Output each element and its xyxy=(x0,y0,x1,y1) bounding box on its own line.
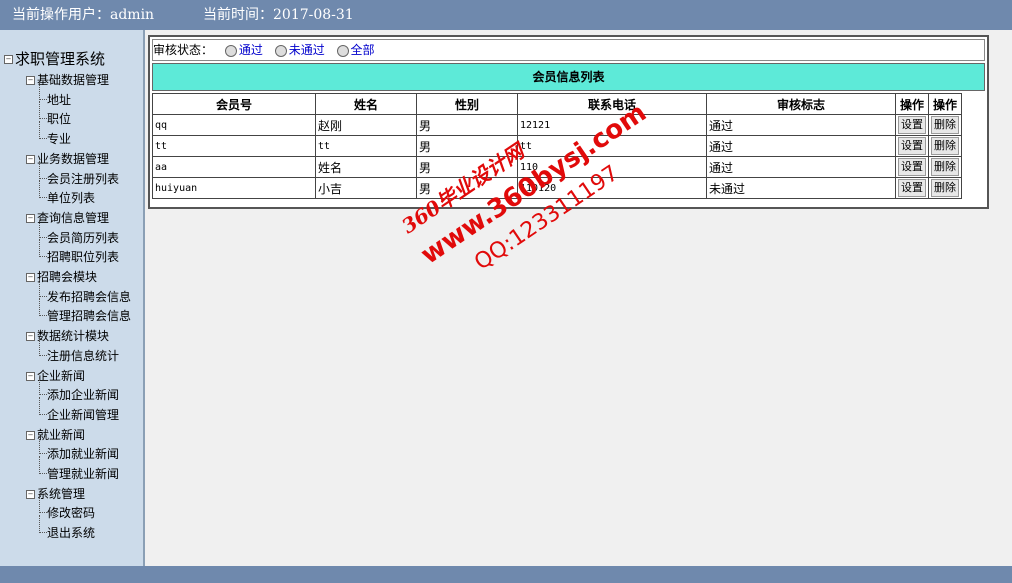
cell-review-status: 通过 xyxy=(706,114,896,136)
cell-action-delete: 删除 xyxy=(928,156,962,178)
cell-name: tt xyxy=(315,135,417,157)
tree-root-label: 求职管理系统 xyxy=(15,50,106,68)
collapse-icon[interactable]: − xyxy=(26,155,35,164)
tree-item-member-resume-list[interactable]: 会员简历列表 xyxy=(38,220,119,246)
radio-pass[interactable] xyxy=(224,44,237,57)
collapse-icon[interactable]: − xyxy=(26,431,35,440)
cell-member-id: qq xyxy=(152,114,316,136)
set-button[interactable]: 设置 xyxy=(898,116,926,134)
cell-name: 小吉 xyxy=(315,177,417,199)
tree-item-company-list[interactable]: 单位列表 xyxy=(38,180,95,206)
tree-item-job-posting-list[interactable]: 招聘职位列表 xyxy=(38,239,119,265)
tree-item-position[interactable]: 职位 xyxy=(38,101,71,127)
tree-item-manage-job-fair[interactable]: 管理招聘会信息 xyxy=(38,298,131,324)
cell-member-id: huiyuan xyxy=(152,177,316,199)
tree-item-change-password[interactable]: 修改密码 xyxy=(38,495,95,521)
cell-name: 姓名 xyxy=(315,156,417,178)
tree-item-publish-job-fair[interactable]: 发布招聘会信息 xyxy=(38,279,131,305)
status-bar xyxy=(0,566,1012,583)
collapse-icon[interactable]: − xyxy=(26,273,35,282)
collapse-icon[interactable]: − xyxy=(26,76,35,85)
cell-name: 赵刚 xyxy=(315,114,417,136)
radio-not-pass[interactable] xyxy=(274,44,287,57)
table-title: 会员信息列表 xyxy=(152,63,985,91)
tree-item-address[interactable]: 地址 xyxy=(38,82,71,108)
collapse-icon[interactable]: − xyxy=(26,372,35,381)
status-filter-label: 审核状态： xyxy=(153,43,214,57)
delete-button[interactable]: 删除 xyxy=(931,179,959,197)
collapse-icon[interactable]: − xyxy=(4,55,13,64)
collapse-icon[interactable]: − xyxy=(26,214,35,223)
radio-all[interactable] xyxy=(336,44,349,57)
filter-all-link[interactable]: 全部 xyxy=(351,43,375,57)
cell-review-status: 通过 xyxy=(706,156,896,178)
collapse-icon[interactable]: − xyxy=(26,490,35,499)
sidebar-tree: − 求职管理系统 − 基础数据管理 地址 职位 专业 − 业务数据管理 会员注册列表 … xyxy=(0,30,145,566)
status-filter-bar: 审核状态： 通过 未通过 全部 xyxy=(152,39,985,61)
tree-item-manage-employment-news[interactable]: 管理就业新闻 xyxy=(38,456,119,482)
filter-not-pass-link[interactable]: 未通过 xyxy=(289,43,325,57)
current-user-label: 当前操作用户：admin xyxy=(12,7,155,23)
tree-root[interactable]: − 求职管理系统 xyxy=(4,50,105,68)
cell-action-delete: 删除 xyxy=(928,135,962,157)
cell-member-id: tt xyxy=(152,135,316,157)
set-button[interactable]: 设置 xyxy=(898,137,926,155)
tree-group-company-news[interactable]: − 企业新闻 xyxy=(26,368,85,384)
cell-action-set: 设置 xyxy=(895,135,929,157)
col-review-status: 审核标志 xyxy=(706,93,896,115)
col-name: 姓名 xyxy=(315,93,417,115)
set-button[interactable]: 设置 xyxy=(898,158,926,176)
tree-item-member-registration-list[interactable]: 会员注册列表 xyxy=(38,161,119,187)
tree-item-add-employment-news[interactable]: 添加就业新闻 xyxy=(38,436,119,462)
tree-group-system[interactable]: − 系统管理 xyxy=(26,486,85,502)
tree-group-employment-news[interactable]: − 就业新闻 xyxy=(26,427,85,443)
filter-pass-link[interactable]: 通过 xyxy=(239,43,263,57)
tree-item-add-company-news[interactable]: 添加企业新闻 xyxy=(38,377,119,403)
tree-item-logout[interactable]: 退出系统 xyxy=(38,515,95,541)
col-action-2: 操作 xyxy=(928,93,962,115)
cell-action-delete: 删除 xyxy=(928,114,962,136)
cell-action-set: 设置 xyxy=(895,114,929,136)
delete-button[interactable]: 删除 xyxy=(931,158,959,176)
tree-group-job-fair[interactable]: − 招聘会模块 xyxy=(26,269,97,285)
cell-gender: 男 xyxy=(416,114,518,136)
tree-item-major[interactable]: 专业 xyxy=(38,121,71,147)
delete-button[interactable]: 删除 xyxy=(931,137,959,155)
cell-review-status: 未通过 xyxy=(706,177,896,199)
cell-action-set: 设置 xyxy=(895,177,929,199)
col-gender: 性别 xyxy=(416,93,518,115)
current-time-label: 当前时间：2017-08-31 xyxy=(203,7,354,23)
col-action-1: 操作 xyxy=(895,93,929,115)
tree-item-manage-company-news[interactable]: 企业新闻管理 xyxy=(38,397,119,423)
cell-review-status: 通过 xyxy=(706,135,896,157)
delete-button[interactable]: 删除 xyxy=(931,116,959,134)
col-member-id: 会员号 xyxy=(152,93,316,115)
tree-item-registration-stats[interactable]: 注册信息统计 xyxy=(38,338,119,364)
set-button[interactable]: 设置 xyxy=(898,179,926,197)
top-bar: 当前操作用户：admin 当前时间：2017-08-31 xyxy=(0,0,1012,30)
collapse-icon[interactable]: − xyxy=(26,332,35,341)
cell-action-set: 设置 xyxy=(895,156,929,178)
cell-member-id: aa xyxy=(152,156,316,178)
cell-action-delete: 删除 xyxy=(928,177,962,199)
